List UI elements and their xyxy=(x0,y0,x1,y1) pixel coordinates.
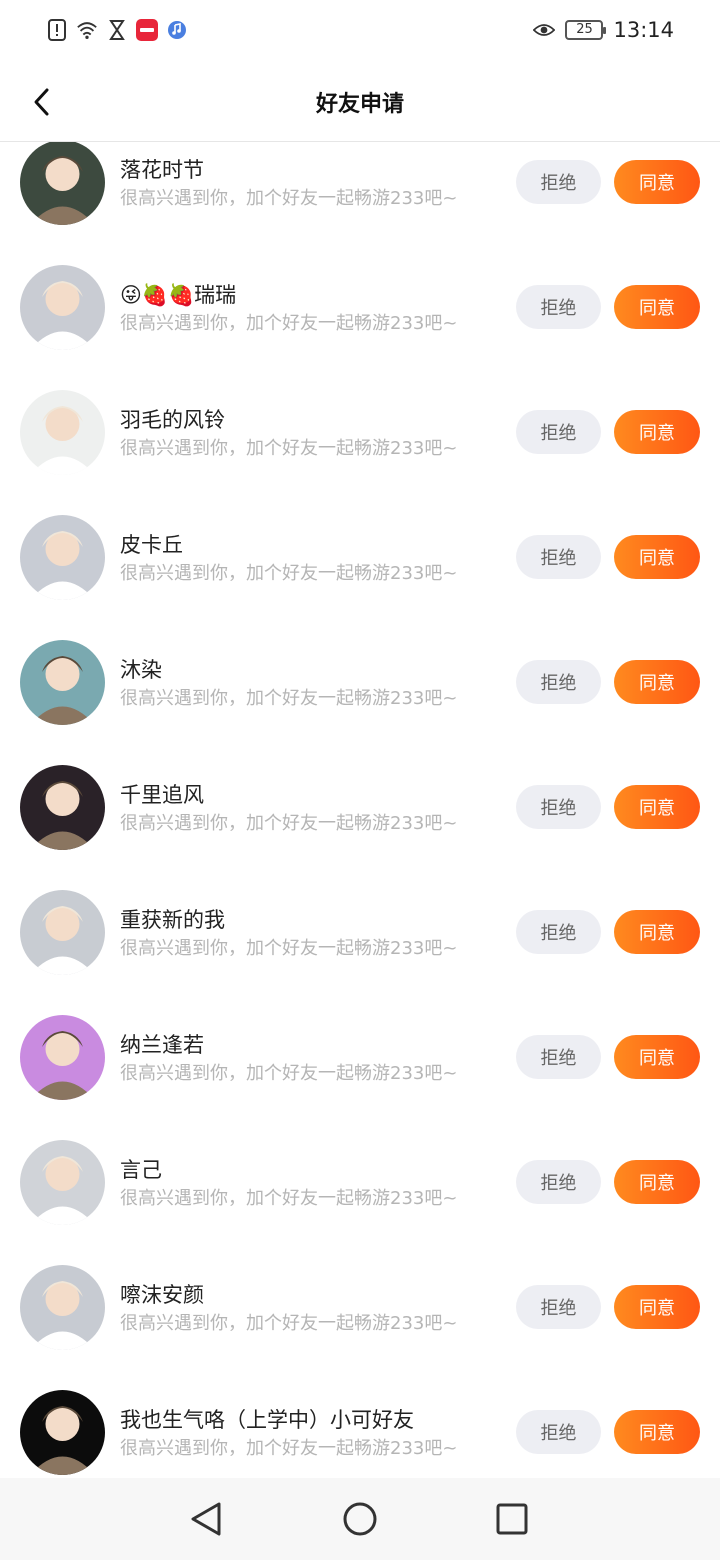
friend-requests-screen: 25 13:14 好友申请 落花时节 很高兴遇到你，加个好友一起畅游233吧~ xyxy=(0,0,720,1560)
eye-icon xyxy=(533,19,556,41)
avatar[interactable] xyxy=(20,1140,105,1225)
avatar[interactable] xyxy=(20,1015,105,1100)
battery-icon: 25 xyxy=(565,20,607,40)
requester-name: 纳兰逢若 xyxy=(120,1033,204,1057)
accept-button[interactable]: 同意 xyxy=(614,660,700,704)
friend-request-list[interactable]: 落花时节 很高兴遇到你，加个好友一起畅游233吧~ 拒绝 同意 😜🍓🍓瑞瑞 很高… xyxy=(0,142,720,1478)
music-app-icon xyxy=(166,19,188,41)
system-nav-bar xyxy=(0,1478,720,1560)
reject-button[interactable]: 拒绝 xyxy=(516,1410,601,1454)
requester-name: 😜🍓🍓瑞瑞 xyxy=(120,283,237,307)
accept-button[interactable]: 同意 xyxy=(614,410,700,454)
avatar[interactable] xyxy=(20,1265,105,1350)
request-message: 很高兴遇到你，加个好友一起畅游233吧~ xyxy=(120,938,458,959)
title-bar: 好友申请 xyxy=(0,60,720,142)
requester-name: 千里追风 xyxy=(120,783,204,807)
request-message: 很高兴遇到你，加个好友一起畅游233吧~ xyxy=(120,188,458,209)
request-message: 很高兴遇到你，加个好友一起畅游233吧~ xyxy=(120,813,458,834)
back-triangle-icon xyxy=(191,1502,221,1536)
request-message: 很高兴遇到你，加个好友一起畅游233吧~ xyxy=(120,563,458,584)
requester-name: 言己 xyxy=(120,1158,162,1182)
reject-button[interactable]: 拒绝 xyxy=(516,160,601,204)
page-title: 好友申请 xyxy=(315,92,404,117)
request-message: 很高兴遇到你，加个好友一起畅游233吧~ xyxy=(120,1313,458,1334)
friend-request-row: 落花时节 很高兴遇到你，加个好友一起畅游233吧~ 拒绝 同意 xyxy=(0,142,720,245)
request-message: 很高兴遇到你，加个好友一起畅游233吧~ xyxy=(120,688,458,709)
avatar[interactable] xyxy=(20,1390,105,1475)
xiaohongshu-app-icon xyxy=(136,19,158,41)
reject-button[interactable]: 拒绝 xyxy=(516,660,601,704)
nav-home-button[interactable] xyxy=(340,1499,380,1539)
accept-button[interactable]: 同意 xyxy=(614,1410,700,1454)
reject-button[interactable]: 拒绝 xyxy=(516,1035,601,1079)
reject-button[interactable]: 拒绝 xyxy=(516,1285,601,1329)
wifi-icon xyxy=(76,19,98,41)
avatar[interactable] xyxy=(20,640,105,725)
accept-button[interactable]: 同意 xyxy=(614,785,700,829)
friend-request-list-inner: 落花时节 很高兴遇到你，加个好友一起畅游233吧~ 拒绝 同意 😜🍓🍓瑞瑞 很高… xyxy=(0,142,720,1478)
friend-request-row: 沐染 很高兴遇到你，加个好友一起畅游233吧~ 拒绝 同意 xyxy=(0,620,720,745)
accept-button[interactable]: 同意 xyxy=(614,535,700,579)
requester-name: 嚓沫安颜 xyxy=(120,1283,204,1307)
accept-button[interactable]: 同意 xyxy=(614,1285,700,1329)
friend-request-row: 纳兰逢若 很高兴遇到你，加个好友一起畅游233吧~ 拒绝 同意 xyxy=(0,995,720,1120)
reject-button[interactable]: 拒绝 xyxy=(516,410,601,454)
requester-name: 沐染 xyxy=(120,658,162,682)
clock-time: 13:14 xyxy=(613,18,674,42)
accept-button[interactable]: 同意 xyxy=(614,1035,700,1079)
hourglass-icon xyxy=(106,19,128,41)
home-circle-icon xyxy=(343,1502,377,1536)
accept-button[interactable]: 同意 xyxy=(614,160,700,204)
reject-button[interactable]: 拒绝 xyxy=(516,535,601,579)
requester-name: 皮卡丘 xyxy=(120,533,183,557)
requester-name: 重获新的我 xyxy=(120,908,225,932)
status-bar: 25 13:14 xyxy=(0,0,720,60)
friend-request-row: 羽毛的风铃 很高兴遇到你，加个好友一起畅游233吧~ 拒绝 同意 xyxy=(0,370,720,495)
requester-name: 羽毛的风铃 xyxy=(120,408,225,432)
requester-name: 我也生气咯（上学中）小可好友 xyxy=(120,1408,414,1432)
accept-button[interactable]: 同意 xyxy=(614,910,700,954)
reject-button[interactable]: 拒绝 xyxy=(516,1160,601,1204)
avatar[interactable] xyxy=(20,142,105,225)
status-right-icons: 25 13:14 xyxy=(533,18,674,42)
request-message: 很高兴遇到你，加个好友一起畅游233吧~ xyxy=(120,1438,458,1459)
friend-request-row: 重获新的我 很高兴遇到你，加个好友一起畅游233吧~ 拒绝 同意 xyxy=(0,870,720,995)
requester-name: 落花时节 xyxy=(120,158,204,182)
friend-request-row: 我也生气咯（上学中）小可好友 很高兴遇到你，加个好友一起畅游233吧~ 拒绝 同… xyxy=(0,1370,720,1478)
reject-button[interactable]: 拒绝 xyxy=(516,285,601,329)
avatar[interactable] xyxy=(20,390,105,475)
friend-request-row: 皮卡丘 很高兴遇到你，加个好友一起畅游233吧~ 拒绝 同意 xyxy=(0,495,720,620)
friend-request-row: 嚓沫安颜 很高兴遇到你，加个好友一起畅游233吧~ 拒绝 同意 xyxy=(0,1245,720,1370)
avatar[interactable] xyxy=(20,265,105,350)
status-left-icons xyxy=(46,19,188,41)
nav-back-button[interactable] xyxy=(186,1499,226,1539)
alert-icon xyxy=(46,19,68,41)
request-message: 很高兴遇到你，加个好友一起畅游233吧~ xyxy=(120,1063,458,1084)
reject-button[interactable]: 拒绝 xyxy=(516,785,601,829)
nav-recents-button[interactable] xyxy=(492,1499,532,1539)
request-message: 很高兴遇到你，加个好友一起畅游233吧~ xyxy=(120,313,458,334)
avatar[interactable] xyxy=(20,890,105,975)
accept-button[interactable]: 同意 xyxy=(614,1160,700,1204)
friend-request-row: 言己 很高兴遇到你，加个好友一起畅游233吧~ 拒绝 同意 xyxy=(0,1120,720,1245)
avatar[interactable] xyxy=(20,765,105,850)
recents-square-icon xyxy=(496,1503,528,1535)
reject-button[interactable]: 拒绝 xyxy=(516,910,601,954)
avatar[interactable] xyxy=(20,515,105,600)
friend-request-row: 😜🍓🍓瑞瑞 很高兴遇到你，加个好友一起畅游233吧~ 拒绝 同意 xyxy=(0,245,720,370)
friend-request-row: 千里追风 很高兴遇到你，加个好友一起畅游233吧~ 拒绝 同意 xyxy=(0,745,720,870)
request-message: 很高兴遇到你，加个好友一起畅游233吧~ xyxy=(120,438,458,459)
accept-button[interactable]: 同意 xyxy=(614,285,700,329)
request-message: 很高兴遇到你，加个好友一起畅游233吧~ xyxy=(120,1188,458,1209)
